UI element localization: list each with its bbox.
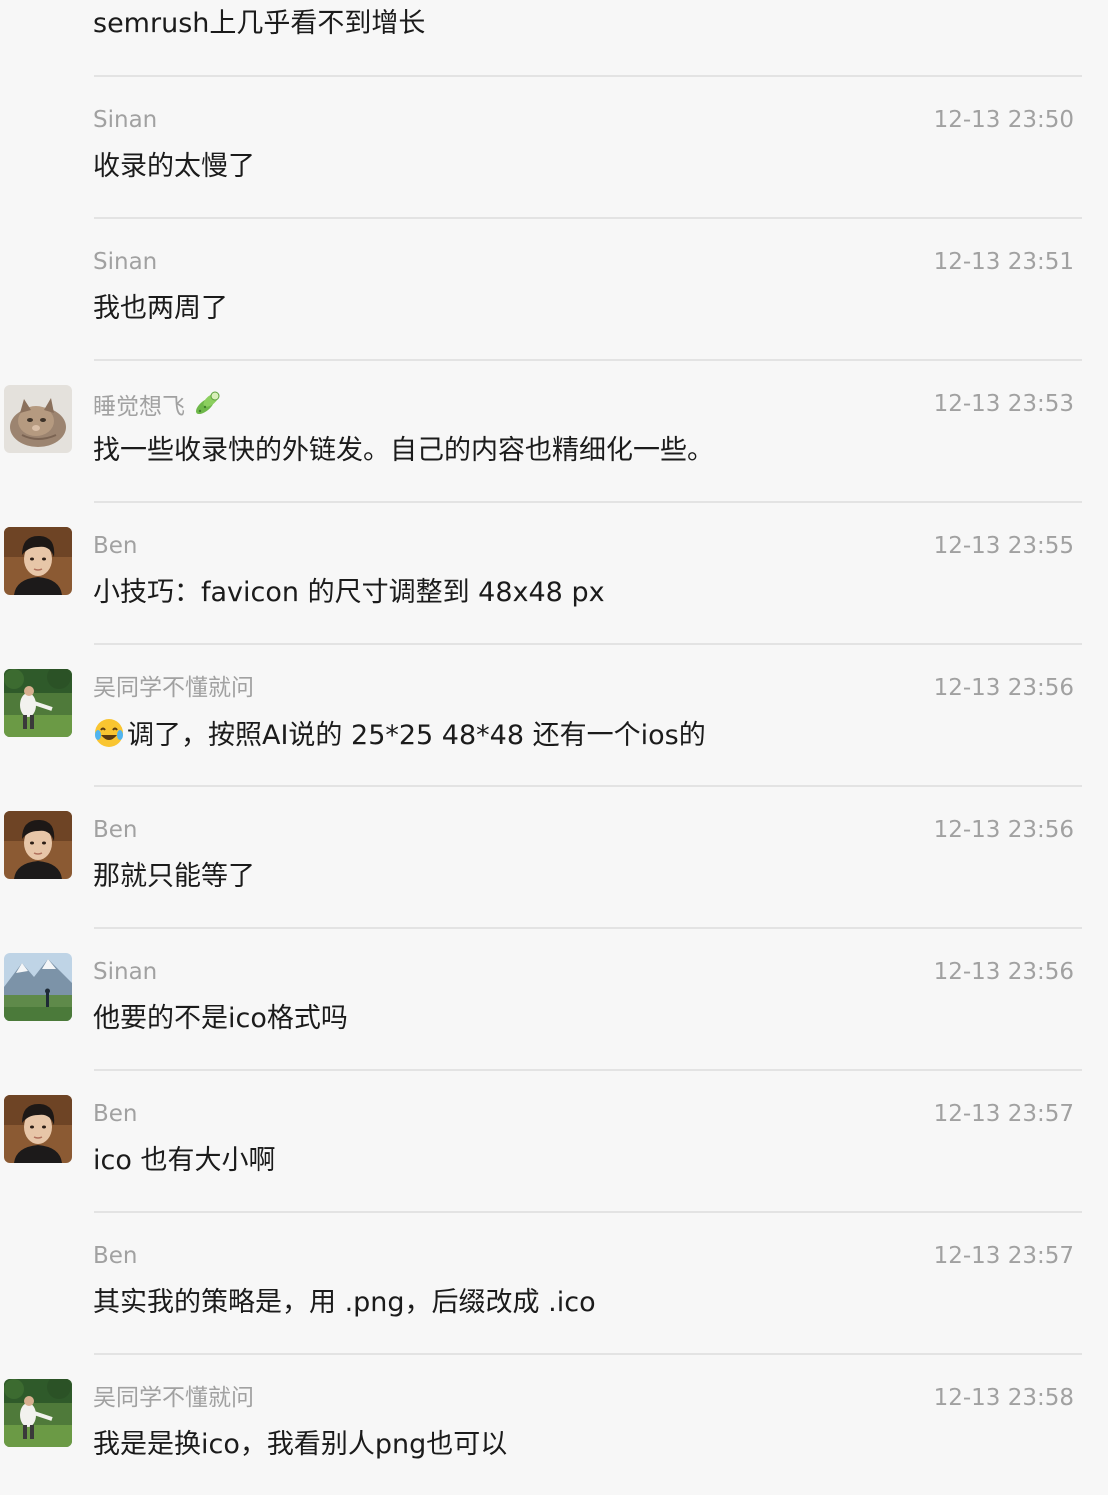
sender-name[interactable]: Ben — [93, 814, 138, 846]
message-item[interactable]: Sinan 12-13 23:56 他要的不是ico格式吗 — [0, 927, 1108, 1069]
message-item[interactable]: 吴同学不懂就问 12-13 23:58 我是是换ico，我看别人png也可以 — [0, 1353, 1108, 1495]
message-item[interactable]: Ben 12-13 23:55 小技巧：favicon 的尺寸调整到 48x48 p… — [0, 501, 1108, 643]
message-text-content: ico 也有大小啊 — [93, 1145, 276, 1176]
message-timestamp: 12-13 23:55 — [933, 533, 1074, 559]
message-timestamp: 12-13 23:56 — [933, 675, 1074, 701]
message-text-content: 那就只能等了 — [93, 861, 255, 892]
message-text: 他要的不是ico格式吗 — [93, 1001, 348, 1037]
message-text: 找一些收录快的外链发。自己的内容也精细化一些。 — [93, 433, 714, 469]
sender-name-text: 睡觉想飞 — [93, 394, 185, 420]
message-text: ico 也有大小啊 — [93, 1143, 275, 1179]
message-item[interactable]: Ben 12-13 23:57 ico 也有大小啊 — [0, 1069, 1108, 1211]
sender-name-text: Sinan — [93, 107, 158, 133]
message-timestamp: 12-13 23:50 — [933, 107, 1074, 133]
message-item[interactable]: Ben 12-13 23:56 那就只能等了 — [0, 785, 1108, 927]
message-timestamp: 12-13 23:57 — [933, 1101, 1074, 1127]
message-divider — [94, 1069, 1082, 1071]
message-text-content: 我是是换ico，我看别人png也可以 — [93, 1429, 508, 1460]
message-timestamp: 12-13 23:58 — [933, 1385, 1074, 1411]
sender-name[interactable]: 睡觉想飞 — [93, 388, 223, 429]
sender-name[interactable]: 吴同学不懂就问 — [93, 672, 254, 704]
message-text: 小技巧：favicon 的尺寸调整到 48x48 px — [93, 575, 605, 611]
message-text: semrush上几乎看不到增长 — [93, 8, 426, 39]
message-divider — [94, 359, 1082, 361]
message-item[interactable]: 睡觉想飞 12-13 23:53 找一些收录快的外链发。自己的内容也精细化一些。 — [0, 359, 1108, 501]
crying-laughing-emoji — [93, 717, 125, 759]
cat-avatar[interactable] — [4, 385, 72, 453]
message-text: 我是是换ico，我看别人png也可以 — [93, 1427, 507, 1463]
message-divider — [94, 643, 1082, 645]
cat-avatar-image — [4, 385, 72, 453]
message-text-content: 调了，按照AI说的 25*25 48*48 还有一个ios的 — [127, 720, 706, 751]
cucumber-icon — [191, 388, 223, 429]
sender-name[interactable]: Sinan — [93, 956, 157, 988]
message-divider — [94, 1211, 1082, 1213]
sender-name[interactable]: Ben — [93, 1098, 138, 1130]
sender-name[interactable]: Sinan — [93, 246, 157, 278]
sender-name-text: Sinan — [93, 959, 158, 985]
message-text: 我也两周了 — [93, 291, 228, 327]
sender-name-text: Ben — [93, 817, 138, 843]
message-text: 那就只能等了 — [93, 859, 255, 895]
message-timestamp: 12-13 23:53 — [933, 391, 1074, 417]
message-divider — [94, 75, 1082, 77]
man-portrait-avatar[interactable] — [4, 811, 72, 879]
message-text-content: 收录的太慢了 — [93, 151, 255, 182]
message-text: 其实我的策略是，用 .png，后缀改成 .ico — [93, 1285, 596, 1321]
message-item[interactable]: Sinan 12-13 23:51 我也两周了 — [0, 217, 1108, 359]
mountain-landscape-avatar-image — [4, 953, 72, 1021]
sender-name[interactable]: 吴同学不懂就问 — [93, 1382, 254, 1414]
message-divider — [94, 785, 1082, 787]
sender-name-text: Ben — [93, 1243, 138, 1269]
message-item[interactable]: Ben 12-13 23:57 其实我的策略是，用 .png，后缀改成 .ico — [0, 1211, 1108, 1353]
sender-name-text: Ben — [93, 1101, 138, 1127]
message-text-content: 其实我的策略是，用 .png，后缀改成 .ico — [93, 1287, 596, 1318]
message-item[interactable]: Sinan 12-13 23:50 收录的太慢了 — [0, 75, 1108, 217]
sender-name[interactable]: Sinan — [93, 104, 157, 136]
message-timestamp: 12-13 23:56 — [933, 817, 1074, 843]
message-divider — [94, 217, 1082, 219]
message-text-content: 他要的不是ico格式吗 — [93, 1003, 348, 1034]
person-in-field-avatar[interactable] — [4, 669, 72, 737]
message-divider — [94, 1353, 1082, 1355]
person-in-field-avatar[interactable] — [4, 1379, 72, 1447]
message-divider — [94, 501, 1082, 503]
man-portrait-avatar[interactable] — [4, 1095, 72, 1163]
message-timestamp: 12-13 23:56 — [933, 959, 1074, 985]
man-portrait-avatar-image — [4, 527, 72, 595]
man-portrait-avatar-image — [4, 1095, 72, 1163]
sender-name-text: 吴同学不懂就问 — [93, 1385, 254, 1411]
sender-name[interactable]: Ben — [93, 1240, 138, 1272]
message-timestamp: 12-13 23:57 — [933, 1243, 1074, 1269]
person-in-field-avatar-image — [4, 1379, 72, 1447]
sender-name-text: Ben — [93, 533, 138, 559]
man-portrait-avatar[interactable] — [4, 527, 72, 595]
man-portrait-avatar-image — [4, 811, 72, 879]
message-divider — [94, 927, 1082, 929]
person-in-field-avatar-image — [4, 669, 72, 737]
message-text-content: 找一些收录快的外链发。自己的内容也精细化一些。 — [93, 435, 714, 466]
mountain-landscape-avatar[interactable] — [4, 953, 72, 1021]
message-text-content: 小技巧：favicon 的尺寸调整到 48x48 px — [93, 577, 605, 608]
message-text: 调了，按照AI说的 25*25 48*48 还有一个ios的 — [93, 717, 706, 759]
chat-message-list[interactable]: semrush上几乎看不到增长 Sinan 12-13 23:50 收录的太慢了 Si… — [0, 0, 1108, 1470]
message-timestamp: 12-13 23:51 — [933, 249, 1074, 275]
sender-name[interactable]: Ben — [93, 530, 138, 562]
message-text-content: 我也两周了 — [93, 293, 228, 324]
message-text: 收录的太慢了 — [93, 149, 255, 185]
sender-name-text: 吴同学不懂就问 — [93, 675, 254, 701]
sender-name-text: Sinan — [93, 249, 158, 275]
message-item[interactable]: 吴同学不懂就问 12-13 23:56 调了，按照AI说的 25*25 48*48… — [0, 643, 1108, 785]
